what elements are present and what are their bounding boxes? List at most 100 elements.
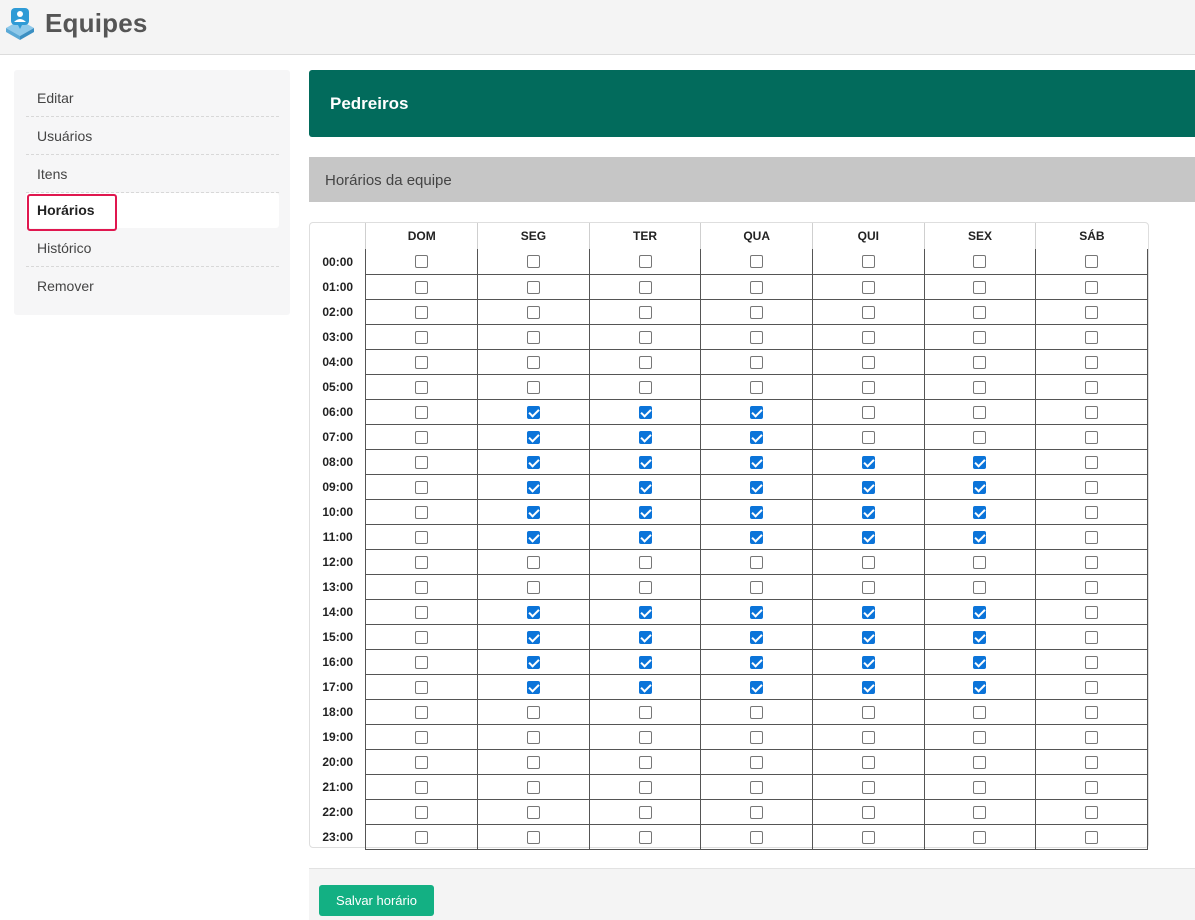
hour-checkbox[interactable] bbox=[973, 330, 987, 344]
hour-checkbox[interactable] bbox=[415, 555, 429, 569]
hour-checkbox[interactable] bbox=[415, 330, 429, 344]
hour-checkbox[interactable] bbox=[973, 255, 987, 269]
hour-checkbox[interactable] bbox=[861, 330, 875, 344]
hour-checkbox[interactable] bbox=[1085, 655, 1099, 669]
hour-checkbox[interactable] bbox=[638, 680, 652, 694]
hour-checkbox[interactable] bbox=[526, 605, 540, 619]
hour-checkbox[interactable] bbox=[638, 780, 652, 794]
hour-checkbox[interactable] bbox=[861, 755, 875, 769]
hour-checkbox[interactable] bbox=[750, 605, 764, 619]
sidebar-item-remover[interactable]: Remover bbox=[26, 267, 279, 305]
hour-checkbox[interactable] bbox=[638, 505, 652, 519]
hour-checkbox[interactable] bbox=[638, 330, 652, 344]
hour-checkbox[interactable] bbox=[638, 805, 652, 819]
hour-checkbox[interactable] bbox=[861, 430, 875, 444]
hour-checkbox[interactable] bbox=[861, 630, 875, 644]
hour-checkbox[interactable] bbox=[973, 355, 987, 369]
sidebar-item-itens[interactable]: Itens bbox=[26, 155, 279, 193]
hour-checkbox[interactable] bbox=[638, 430, 652, 444]
hour-checkbox[interactable] bbox=[638, 380, 652, 394]
hour-checkbox[interactable] bbox=[973, 705, 987, 719]
hour-checkbox[interactable] bbox=[638, 530, 652, 544]
hour-checkbox[interactable] bbox=[861, 805, 875, 819]
hour-checkbox[interactable] bbox=[415, 505, 429, 519]
hour-checkbox[interactable] bbox=[415, 280, 429, 294]
hour-checkbox[interactable] bbox=[861, 355, 875, 369]
hour-checkbox[interactable] bbox=[750, 580, 764, 594]
hour-checkbox[interactable] bbox=[638, 730, 652, 744]
hour-checkbox[interactable] bbox=[750, 330, 764, 344]
hour-checkbox[interactable] bbox=[973, 780, 987, 794]
hour-checkbox[interactable] bbox=[861, 255, 875, 269]
hour-checkbox[interactable] bbox=[526, 355, 540, 369]
hour-checkbox[interactable] bbox=[638, 405, 652, 419]
hour-checkbox[interactable] bbox=[973, 380, 987, 394]
hour-checkbox[interactable] bbox=[750, 655, 764, 669]
hour-checkbox[interactable] bbox=[750, 530, 764, 544]
hour-checkbox[interactable] bbox=[973, 605, 987, 619]
hour-checkbox[interactable] bbox=[750, 555, 764, 569]
hour-checkbox[interactable] bbox=[1085, 330, 1099, 344]
hour-checkbox[interactable] bbox=[861, 730, 875, 744]
hour-checkbox[interactable] bbox=[1085, 505, 1099, 519]
hour-checkbox[interactable] bbox=[750, 630, 764, 644]
hour-checkbox[interactable] bbox=[526, 680, 540, 694]
hour-checkbox[interactable] bbox=[973, 430, 987, 444]
hour-checkbox[interactable] bbox=[415, 255, 429, 269]
hour-checkbox[interactable] bbox=[1085, 255, 1099, 269]
hour-checkbox[interactable] bbox=[973, 305, 987, 319]
hour-checkbox[interactable] bbox=[526, 705, 540, 719]
hour-checkbox[interactable] bbox=[861, 455, 875, 469]
hour-checkbox[interactable] bbox=[638, 355, 652, 369]
hour-checkbox[interactable] bbox=[638, 605, 652, 619]
hour-checkbox[interactable] bbox=[861, 705, 875, 719]
hour-checkbox[interactable] bbox=[1085, 455, 1099, 469]
hour-checkbox[interactable] bbox=[638, 655, 652, 669]
hour-checkbox[interactable] bbox=[973, 405, 987, 419]
hour-checkbox[interactable] bbox=[750, 255, 764, 269]
hour-checkbox[interactable] bbox=[861, 605, 875, 619]
hour-checkbox[interactable] bbox=[973, 530, 987, 544]
hour-checkbox[interactable] bbox=[973, 455, 987, 469]
hour-checkbox[interactable] bbox=[526, 305, 540, 319]
hour-checkbox[interactable] bbox=[526, 280, 540, 294]
hour-checkbox[interactable] bbox=[750, 805, 764, 819]
hour-checkbox[interactable] bbox=[415, 705, 429, 719]
hour-checkbox[interactable] bbox=[415, 655, 429, 669]
hour-checkbox[interactable] bbox=[750, 705, 764, 719]
hour-checkbox[interactable] bbox=[526, 555, 540, 569]
hour-checkbox[interactable] bbox=[973, 505, 987, 519]
hour-checkbox[interactable] bbox=[415, 730, 429, 744]
hour-checkbox[interactable] bbox=[750, 405, 764, 419]
hour-checkbox[interactable] bbox=[861, 380, 875, 394]
hour-checkbox[interactable] bbox=[526, 405, 540, 419]
hour-checkbox[interactable] bbox=[526, 255, 540, 269]
hour-checkbox[interactable] bbox=[1085, 530, 1099, 544]
hour-checkbox[interactable] bbox=[973, 655, 987, 669]
hour-checkbox[interactable] bbox=[1085, 730, 1099, 744]
hour-checkbox[interactable] bbox=[415, 305, 429, 319]
hour-checkbox[interactable] bbox=[1085, 580, 1099, 594]
hour-checkbox[interactable] bbox=[526, 780, 540, 794]
hour-checkbox[interactable] bbox=[861, 505, 875, 519]
hour-checkbox[interactable] bbox=[973, 755, 987, 769]
hour-checkbox[interactable] bbox=[526, 630, 540, 644]
hour-checkbox[interactable] bbox=[861, 830, 875, 844]
sidebar-item-editar[interactable]: Editar bbox=[26, 79, 279, 117]
hour-checkbox[interactable] bbox=[973, 555, 987, 569]
hour-checkbox[interactable] bbox=[415, 805, 429, 819]
hour-checkbox[interactable] bbox=[750, 305, 764, 319]
hour-checkbox[interactable] bbox=[526, 580, 540, 594]
hour-checkbox[interactable] bbox=[750, 430, 764, 444]
hour-checkbox[interactable] bbox=[861, 780, 875, 794]
hour-checkbox[interactable] bbox=[1085, 630, 1099, 644]
hour-checkbox[interactable] bbox=[861, 480, 875, 494]
hour-checkbox[interactable] bbox=[526, 755, 540, 769]
hour-checkbox[interactable] bbox=[973, 580, 987, 594]
hour-checkbox[interactable] bbox=[973, 280, 987, 294]
hour-checkbox[interactable] bbox=[638, 705, 652, 719]
hour-checkbox[interactable] bbox=[638, 305, 652, 319]
hour-checkbox[interactable] bbox=[1085, 805, 1099, 819]
hour-checkbox[interactable] bbox=[415, 455, 429, 469]
hour-checkbox[interactable] bbox=[861, 305, 875, 319]
